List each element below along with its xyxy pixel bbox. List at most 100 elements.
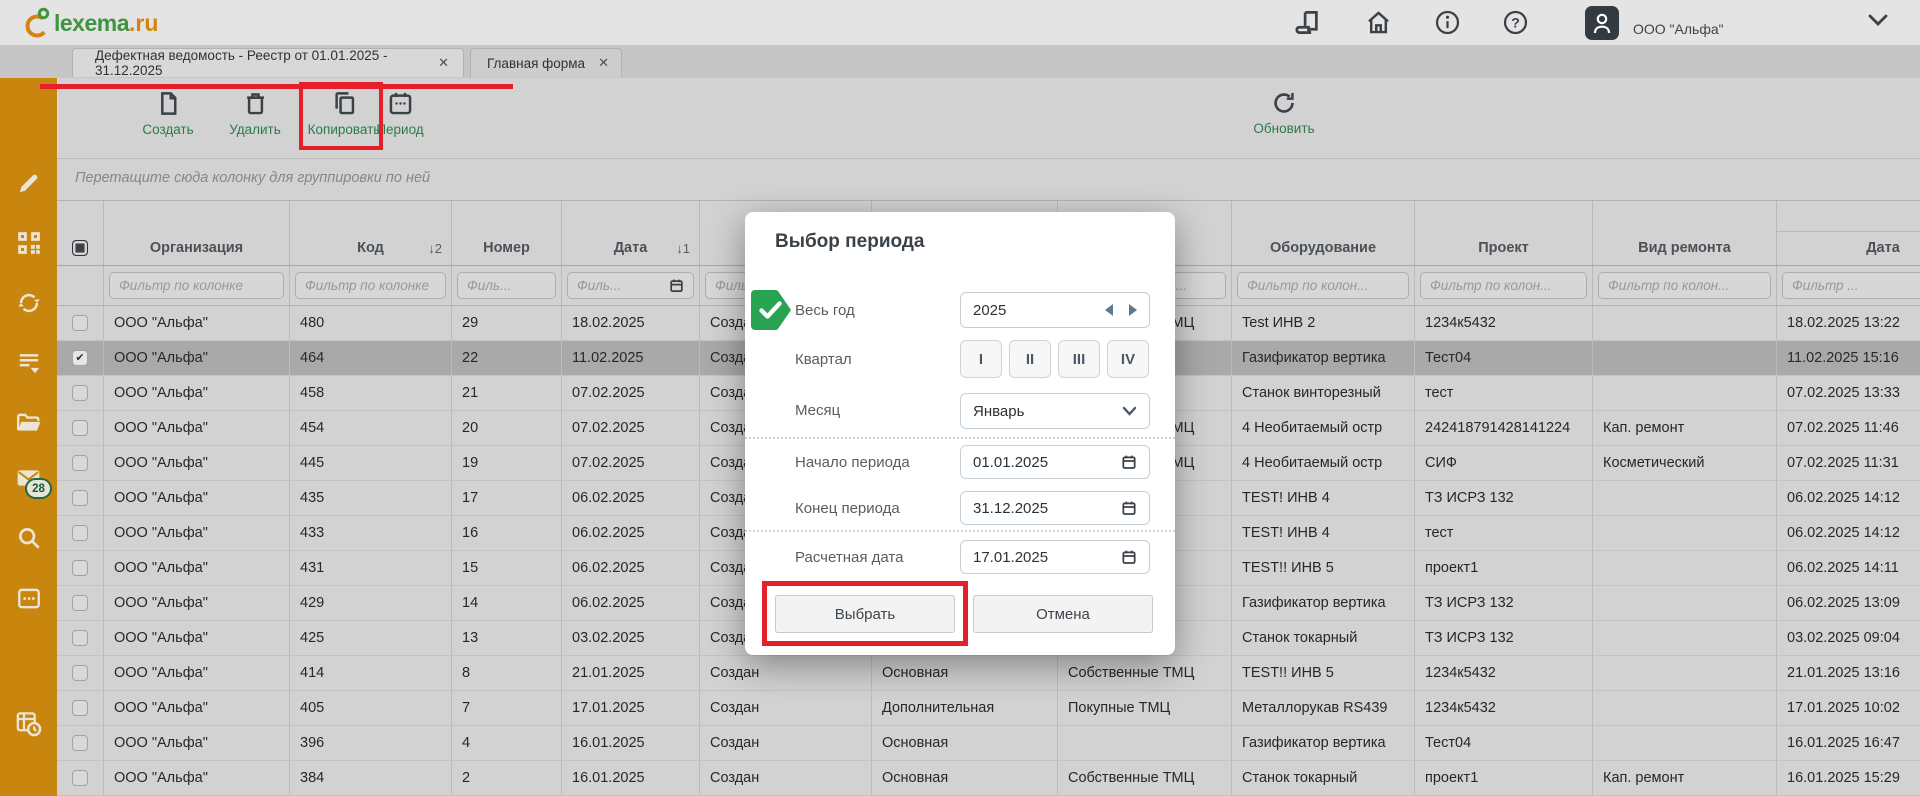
quarter-button-4[interactable]: IV <box>1107 340 1149 378</box>
select-all-checkbox[interactable] <box>72 240 88 256</box>
info-icon[interactable] <box>1434 9 1461 36</box>
row-checkbox[interactable] <box>72 630 88 646</box>
table-row[interactable]: ООО "Альфа"405717.01.2025СозданДополните… <box>57 691 1920 726</box>
calendar-icon[interactable] <box>1121 454 1137 470</box>
cell-date: 17.01.2025 <box>562 691 700 725</box>
column-header-org[interactable]: Организация <box>104 201 290 265</box>
tabbar: Дефектная ведомость - Реестр от 01.01.20… <box>0 45 1920 78</box>
cell-code: 480 <box>290 306 452 340</box>
column-header-code[interactable]: Код ↓2 <box>290 201 452 265</box>
home-icon[interactable] <box>1365 9 1392 36</box>
cell-created: 16.01.2025 16:47 <box>1777 726 1920 760</box>
cell-created: 07.02.2025 11:46 <box>1777 411 1920 445</box>
column-header-repair[interactable]: Вид ремонта <box>1593 201 1777 265</box>
sync-icon[interactable] <box>0 290 57 316</box>
table-row[interactable]: ООО "Альфа"414821.01.2025СозданОсновнаяС… <box>57 656 1920 691</box>
chevron-down-icon[interactable] <box>1868 14 1888 28</box>
filter-placeholder: Фильтр ... <box>1792 278 1920 293</box>
qr-code-icon[interactable] <box>0 230 57 256</box>
cancel-button[interactable]: Отмена <box>973 595 1153 633</box>
filter-input-code[interactable]: Фильтр по колонке <box>295 272 446 299</box>
calendar-icon[interactable] <box>1121 549 1137 565</box>
cell-date: 06.02.2025 <box>562 481 700 515</box>
filter-input-equipment[interactable]: Фильтр по колон... <box>1237 272 1409 299</box>
row-checkbox[interactable] <box>72 455 88 471</box>
close-icon[interactable]: ✕ <box>426 55 449 71</box>
cell-date: 06.02.2025 <box>562 551 700 585</box>
sort-indicator[interactable]: ↓1 <box>676 241 690 256</box>
row-checkbox[interactable] <box>72 665 88 681</box>
report-schedule-icon[interactable] <box>0 710 57 737</box>
sort-indicator[interactable]: ↓2 <box>428 241 442 256</box>
cell-equipment: 4 Необитаемый остр <box>1232 411 1415 445</box>
row-checkbox[interactable] <box>72 770 88 786</box>
filter-cell-org: Фильтр по колонке <box>104 266 290 305</box>
filter-input-number[interactable]: Филь... <box>457 272 556 299</box>
calendar-icon[interactable] <box>0 585 57 611</box>
period-end-input[interactable]: 31.12.2025 <box>960 491 1150 525</box>
user-avatar[interactable] <box>1585 6 1619 40</box>
calendar-icon[interactable] <box>1121 500 1137 516</box>
folder-icon[interactable] <box>0 410 57 436</box>
calc-date-value: 17.01.2025 <box>973 549 1048 566</box>
topbar: lexema.ru ? ООО "Альфа" <box>0 0 1920 45</box>
group-panel[interactable]: Перетащите сюда колонку для группировки … <box>57 158 1920 200</box>
column-header-number[interactable]: Номер <box>452 201 562 265</box>
row-checkbox[interactable] <box>72 700 88 716</box>
column-header-equipment[interactable]: Оборудование <box>1232 201 1415 265</box>
refresh-button[interactable]: Обновить <box>1240 90 1328 136</box>
filter-input-org[interactable]: Фильтр по колонке <box>109 272 284 299</box>
unload-list-icon[interactable] <box>0 350 57 376</box>
search-icon[interactable] <box>0 525 57 551</box>
row-checkbox[interactable] <box>72 525 88 541</box>
row-checkbox[interactable] <box>72 560 88 576</box>
row-checkbox[interactable] <box>72 595 88 611</box>
tab-defect-registry[interactable]: Дефектная ведомость - Реестр от 01.01.20… <box>72 48 464 77</box>
filter-input-repair[interactable]: Фильтр по колон... <box>1598 272 1771 299</box>
cell-project: Тест04 <box>1415 341 1593 375</box>
period-start-input[interactable]: 01.01.2025 <box>960 445 1150 479</box>
cell-status: Создан <box>700 761 872 795</box>
column-header-date[interactable]: Дата↓1 <box>562 201 700 265</box>
quarter-button-3[interactable]: III <box>1058 340 1100 378</box>
create-button[interactable]: Создать <box>123 90 213 137</box>
filter-input-date[interactable]: Филь... <box>567 272 694 299</box>
calc-date-input[interactable]: 17.01.2025 <box>960 540 1150 574</box>
filter-placeholder: Фильтр по колон... <box>1430 278 1577 293</box>
edit-icon[interactable] <box>0 170 57 196</box>
cell-repair <box>1593 306 1777 340</box>
column-title: Код <box>357 240 384 256</box>
row-checkbox[interactable] <box>72 385 88 401</box>
table-row[interactable]: ООО "Альфа"396416.01.2025СозданОсновнаяГ… <box>57 726 1920 761</box>
table-row[interactable]: ООО "Альфа"384216.01.2025СозданОсновнаяС… <box>57 761 1920 796</box>
month-select[interactable]: Январь <box>960 393 1150 429</box>
row-checkbox[interactable] <box>72 315 88 331</box>
row-checkbox[interactable]: ✔ <box>72 350 88 366</box>
year-spinner[interactable]: 2025 <box>960 292 1150 328</box>
quarter-button-1[interactable]: I <box>960 340 1002 378</box>
tab-main-form[interactable]: Главная форма ✕ <box>470 48 622 77</box>
quarter-button-2[interactable]: II <box>1009 340 1051 378</box>
close-icon[interactable]: ✕ <box>586 55 609 71</box>
cell-org: ООО "Альфа" <box>104 376 290 410</box>
filter-placeholder: Фильтр по колонке <box>119 278 274 293</box>
filter-input-created[interactable]: Фильтр ... <box>1782 272 1920 299</box>
cell-repair <box>1593 516 1777 550</box>
year-prev-icon[interactable] <box>1105 304 1113 316</box>
cell-number: 8 <box>452 656 562 690</box>
filter-input-project[interactable]: Фильтр по колон... <box>1420 272 1587 299</box>
row-checkbox[interactable] <box>72 490 88 506</box>
lexema-logo[interactable]: lexema.ru <box>22 6 158 40</box>
cell-number: 20 <box>452 411 562 445</box>
help-icon[interactable]: ? <box>1502 9 1529 36</box>
year-next-icon[interactable] <box>1129 304 1137 316</box>
column-header-project[interactable]: Проект <box>1415 201 1593 265</box>
column-header-created[interactable]: СоздаДата <box>1777 201 1920 265</box>
cell-project: ТЗ ИСРЗ 132 <box>1415 621 1593 655</box>
scripts-icon[interactable] <box>1295 9 1322 36</box>
column-group-label: Созда <box>1777 201 1920 232</box>
row-checkbox[interactable] <box>72 735 88 751</box>
delete-button[interactable]: Удалить <box>210 90 300 137</box>
filter-placeholder: Филь... <box>467 278 546 293</box>
row-checkbox[interactable] <box>72 420 88 436</box>
